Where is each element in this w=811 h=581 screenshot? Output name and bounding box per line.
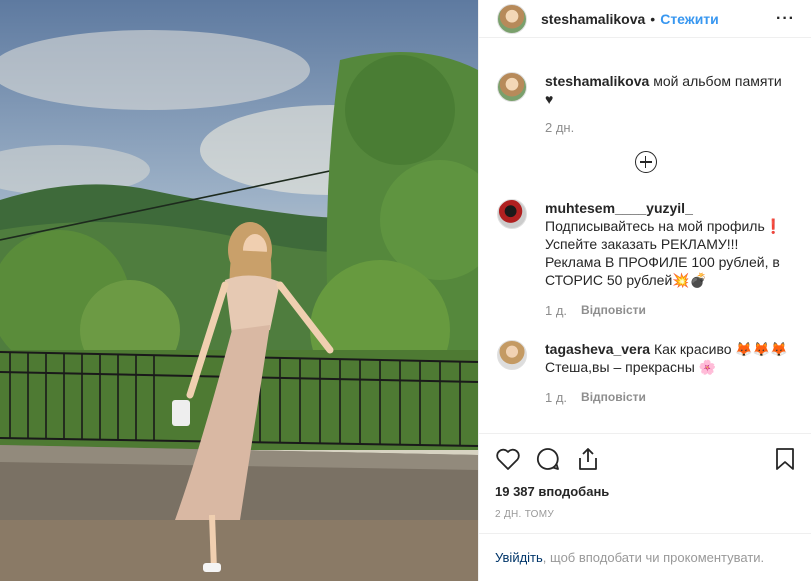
avatar[interactable] — [497, 72, 527, 102]
header-username[interactable]: steshamalikova — [541, 11, 645, 27]
post-header: steshamalikova • Стежити ··· — [479, 0, 811, 38]
avatar[interactable] — [497, 199, 527, 229]
share-icon[interactable] — [575, 447, 601, 471]
comment-time[interactable]: 1 д. — [545, 303, 567, 318]
post: steshamalikova • Стежити ··· steshamalik… — [0, 0, 811, 581]
comment: muhtesem____yuzyil_ Подписывайтесь на мо… — [479, 199, 811, 289]
load-more-icon[interactable] — [634, 151, 657, 173]
comment-line: Подписывайтесь на мой профиль❗ — [545, 218, 783, 234]
photo-image — [0, 0, 478, 581]
comment-line: Успейте заказать РЕКЛАМУ!!! — [545, 236, 739, 252]
caption-time[interactable]: 2 дн. — [545, 120, 574, 135]
caption: steshamalikova мой альбом памяти ♥ — [479, 72, 811, 108]
comment-line: Реклама В ПРОФИЛЕ 100 рублей, в — [545, 254, 780, 270]
comment-username[interactable]: muhtesem____yuzyil_ — [545, 200, 693, 216]
separator: • — [650, 10, 656, 27]
follow-button[interactable]: Стежити — [660, 11, 719, 27]
comment-icon[interactable] — [535, 447, 561, 471]
comment-time[interactable]: 1 д. — [545, 390, 567, 405]
more-options-icon[interactable]: ··· — [776, 10, 795, 28]
comment-text: tagasheva_vera Как красиво 🦊🦊🦊 Стеша,вы … — [545, 340, 794, 376]
avatar[interactable] — [497, 340, 527, 370]
comment-text: muhtesem____yuzyil_ Подписывайтесь на мо… — [545, 199, 794, 289]
comments-area: steshamalikova мой альбом памяти ♥ 2 дн.… — [479, 72, 811, 405]
login-text: , щоб вподобати чи прокоментувати. — [542, 550, 765, 565]
comment-meta: 1 д. Відповісти — [545, 303, 811, 318]
comment: tagasheva_vera Как красиво 🦊🦊🦊 Стеша,вы … — [479, 340, 811, 376]
bookmark-icon[interactable] — [774, 447, 796, 471]
reply-button[interactable]: Відповісти — [581, 390, 646, 405]
comment-username[interactable]: tagasheva_vera — [545, 341, 650, 357]
post-time[interactable]: 2 ДН. ТОМУ — [495, 509, 796, 520]
actions-bar: 19 387 вподобань 2 ДН. ТОМУ — [479, 433, 811, 520]
load-more — [479, 151, 811, 173]
heart-emoji: ♥ — [545, 91, 554, 107]
avatar[interactable] — [497, 3, 527, 34]
comment-line: СТОРИС 50 рублей💥💣 — [545, 272, 708, 288]
comment-line: Как красиво 🦊🦊🦊 — [653, 341, 788, 357]
caption-body: мой альбом памяти — [653, 73, 782, 89]
caption-username[interactable]: steshamalikova — [545, 73, 649, 89]
login-prompt: Увійдіть , щоб вподобати чи прокоментува… — [479, 533, 811, 581]
comment-line: Стеша,вы – прекрасны 🌸 — [545, 359, 717, 375]
heart-icon[interactable] — [495, 447, 521, 471]
login-link[interactable]: Увійдіть — [495, 550, 543, 565]
post-sidebar: steshamalikova • Стежити ··· steshamalik… — [478, 0, 811, 581]
caption-text: steshamalikova мой альбом памяти ♥ — [545, 72, 794, 108]
likes-count[interactable]: 19 387 вподобань — [495, 484, 796, 499]
comment-meta: 1 д. Відповісти — [545, 390, 811, 405]
action-icons — [495, 446, 796, 472]
caption-meta: 2 дн. — [545, 120, 811, 135]
reply-button[interactable]: Відповісти — [581, 303, 646, 318]
post-photo[interactable] — [0, 0, 478, 581]
